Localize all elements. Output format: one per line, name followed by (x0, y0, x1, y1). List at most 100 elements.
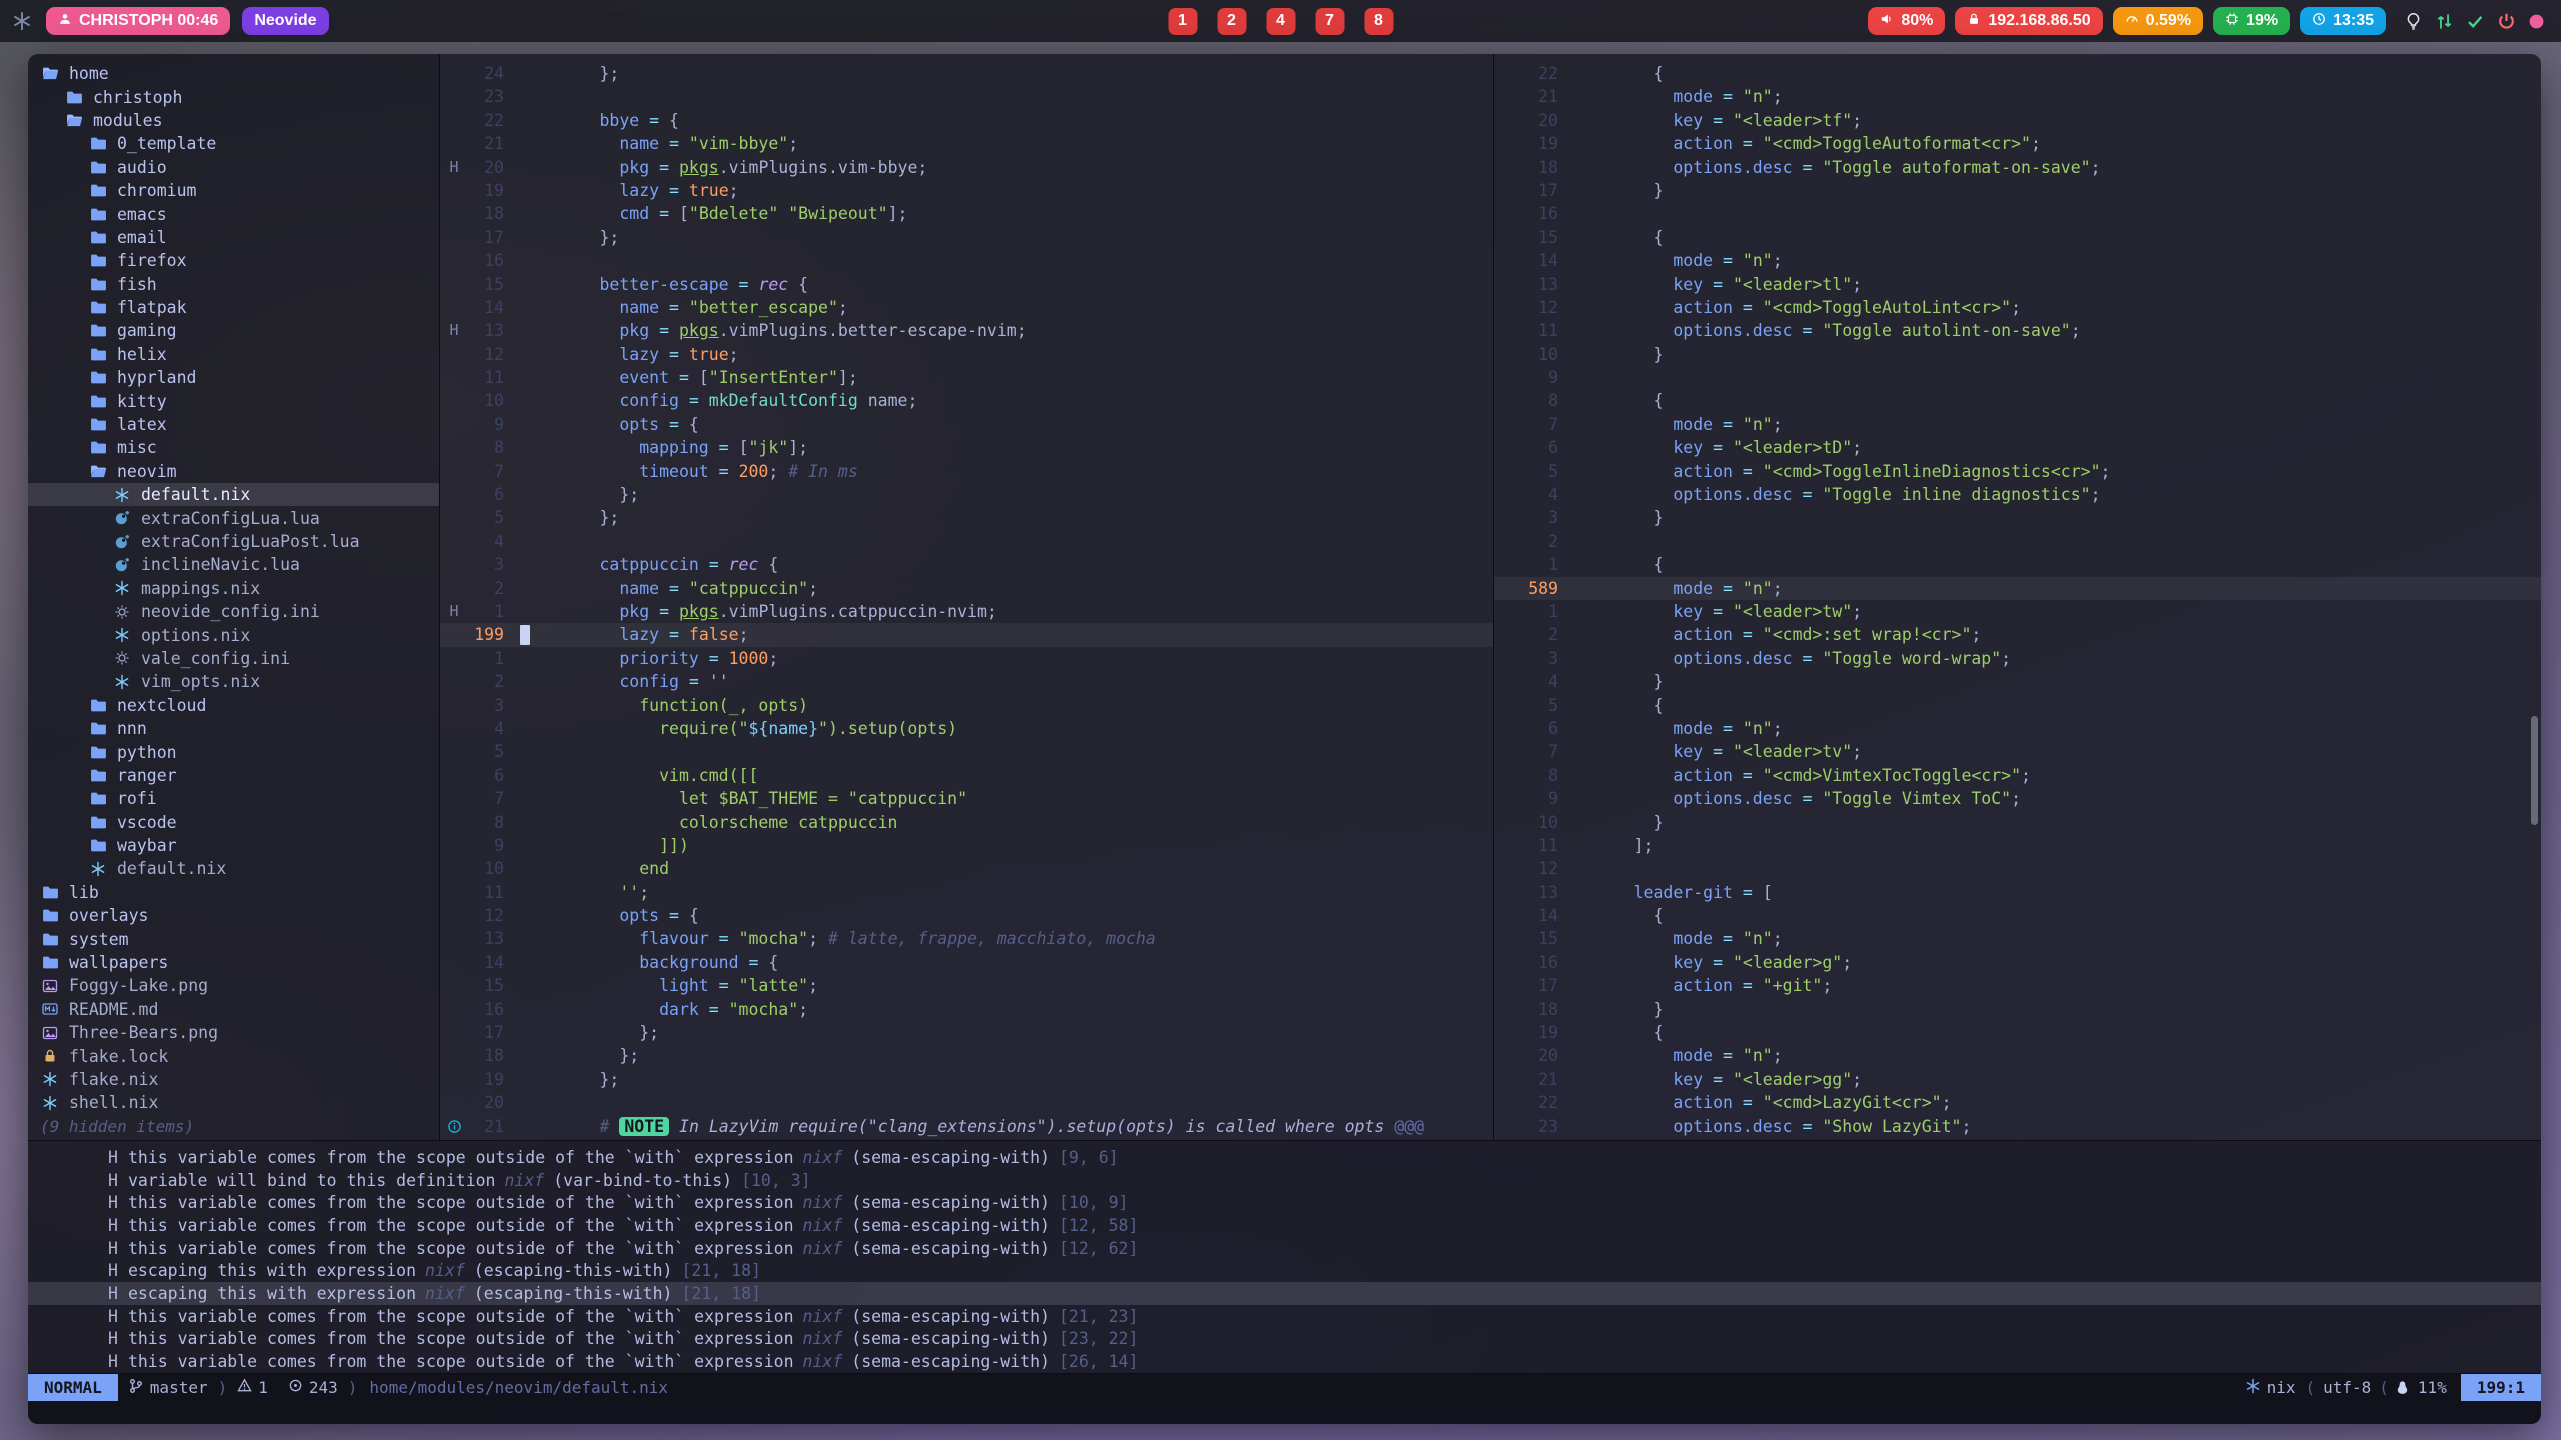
code-line[interactable]: 20 (440, 1091, 1493, 1114)
code-line[interactable]: 12 opts = { (440, 904, 1493, 927)
tree-item[interactable]: mappings.nix (28, 577, 439, 600)
code-line[interactable]: H13 pkg = pkgs.vimPlugins.better-escape-… (440, 319, 1493, 342)
editor-pane-right[interactable]: 22 {21 mode = "n";20 key = "<leader>tf";… (1493, 54, 2541, 1140)
code-line[interactable]: 17 }; (440, 1021, 1493, 1044)
code-line[interactable]: 8 action = "<cmd>VimtexTocToggle<cr>"; (1494, 764, 2541, 787)
code-line[interactable]: 24 }; (440, 62, 1493, 85)
code-line[interactable]: 10 end (440, 857, 1493, 880)
code-line[interactable]: 1 priority = 1000; (440, 647, 1493, 670)
code-line[interactable]: 15 { (1494, 226, 2541, 249)
tree-item[interactable]: waybar (28, 834, 439, 857)
code-line[interactable]: 13 leader-git = [ (1494, 881, 2541, 904)
tree-item[interactable]: hyprland (28, 366, 439, 389)
code-line[interactable]: 9 opts = { (440, 413, 1493, 436)
workspace-button[interactable]: 1 (1168, 8, 1197, 35)
vpn-ip-badge[interactable]: 192.168.86.50 (1955, 7, 2102, 35)
volume-badge[interactable]: 80% (1868, 7, 1945, 35)
tree-item[interactable]: Foggy-Lake.png (28, 974, 439, 997)
code-line[interactable]: 14 mode = "n"; (1494, 249, 2541, 272)
code-line[interactable]: 5 }; (440, 506, 1493, 529)
quickfix-item[interactable]: Hthis variable comes from the scope outs… (28, 1237, 2541, 1260)
quickfix-item[interactable]: Hthis variable comes from the scope outs… (28, 1305, 2541, 1328)
code-line[interactable]: 199 lazy = false; (440, 623, 1493, 646)
tree-item[interactable]: nnn (28, 717, 439, 740)
tree-item[interactable]: system (28, 927, 439, 950)
code-line[interactable]: 9 ]]) (440, 834, 1493, 857)
code-line[interactable]: 13 key = "<leader>tl"; (1494, 273, 2541, 296)
tree-item[interactable]: vim_opts.nix (28, 670, 439, 693)
git-branch[interactable]: master (118, 1378, 218, 1398)
quickfix-item[interactable]: Hthis variable comes from the scope outs… (28, 1191, 2541, 1214)
code-line[interactable]: 2 action = "<cmd>:set wrap!<cr>"; (1494, 623, 2541, 646)
tree-item[interactable]: vale_config.ini (28, 647, 439, 670)
tree-item[interactable]: flake.nix (28, 1068, 439, 1091)
code-line[interactable]: H20 pkg = pkgs.vimPlugins.vim-bbye; (440, 156, 1493, 179)
tree-item[interactable]: home (28, 62, 439, 85)
code-line[interactable]: 17 } (1494, 179, 2541, 202)
tree-item[interactable]: modules (28, 109, 439, 132)
tree-item[interactable]: README.md (28, 998, 439, 1021)
code-line[interactable]: 7 let $BAT_THEME = "catppuccin" (440, 787, 1493, 810)
code-line[interactable]: 10 config = mkDefaultConfig name; (440, 389, 1493, 412)
code-line[interactable]: 9 options.desc = "Toggle Vimtex ToC"; (1494, 787, 2541, 810)
code-line[interactable]: 2 name = "catppuccin"; (440, 577, 1493, 600)
code-line[interactable]: 3 catppuccin = rec { (440, 553, 1493, 576)
code-line[interactable]: 3 function(_, opts) (440, 694, 1493, 717)
code-line[interactable]: 22 action = "<cmd>LazyGit<cr>"; (1494, 1091, 2541, 1114)
code-line[interactable]: 12 lazy = true; (440, 343, 1493, 366)
workspace-button[interactable]: 2 (1217, 8, 1246, 35)
quickfix-item[interactable]: Hvariable will bind to this definitionni… (28, 1169, 2541, 1192)
tree-item[interactable]: nextcloud (28, 694, 439, 717)
code-line[interactable]: 18 } (1494, 998, 2541, 1021)
code-line[interactable]: 5 (440, 740, 1493, 763)
tree-item[interactable]: wallpapers (28, 951, 439, 974)
workspace-button[interactable]: 8 (1364, 8, 1393, 35)
code-line[interactable]: 19 action = "<cmd>ToggleAutoformat<cr>"; (1494, 132, 2541, 155)
code-line[interactable]: 5 { (1494, 694, 2541, 717)
workspace-button[interactable]: 7 (1315, 8, 1344, 35)
code-line[interactable]: 12 action = "<cmd>ToggleAutoLint<cr>"; (1494, 296, 2541, 319)
code-line[interactable]: 3 } (1494, 506, 2541, 529)
tree-item[interactable]: 0_template (28, 132, 439, 155)
quickfix-item[interactable]: Hthis variable comes from the scope outs… (28, 1214, 2541, 1237)
code-line[interactable]: 3 options.desc = "Toggle word-wrap"; (1494, 647, 2541, 670)
code-line[interactable]: 7 mode = "n"; (1494, 413, 2541, 436)
code-line[interactable]: 10 } (1494, 343, 2541, 366)
code-line[interactable]: 4 } (1494, 670, 2541, 693)
tree-item[interactable]: rofi (28, 787, 439, 810)
code-line[interactable]: 10 } (1494, 811, 2541, 834)
code-line[interactable]: 14 name = "better_escape"; (440, 296, 1493, 319)
code-line[interactable]: 15 mode = "n"; (1494, 927, 2541, 950)
quickfix-item[interactable]: Hthis variable comes from the scope outs… (28, 1328, 2541, 1351)
code-line[interactable]: 5 action = "<cmd>ToggleInlineDiagnostics… (1494, 460, 2541, 483)
code-line[interactable]: 22 { (1494, 62, 2541, 85)
code-line[interactable]: 17 }; (440, 226, 1493, 249)
tree-item[interactable]: helix (28, 343, 439, 366)
code-line[interactable]: 7 timeout = 200; # In ms (440, 460, 1493, 483)
tree-item[interactable]: shell.nix (28, 1091, 439, 1114)
code-line[interactable]: 11 event = ["InsertEnter"]; (440, 366, 1493, 389)
code-line[interactable]: 11 ''; (440, 881, 1493, 904)
quickfix-item[interactable]: Hthis variable comes from the scope outs… (28, 1350, 2541, 1373)
code-line[interactable]: 8 { (1494, 389, 2541, 412)
code-line[interactable]: 11 options.desc = "Toggle autolint-on-sa… (1494, 319, 2541, 342)
code-line[interactable]: 4 require("${name}").setup(opts) (440, 717, 1493, 740)
network-traffic-icon[interactable] (2435, 12, 2454, 31)
tree-item[interactable]: default.nix (28, 857, 439, 880)
tree-item[interactable]: kitty (28, 389, 439, 412)
code-line[interactable]: 16 dark = "mocha"; (440, 998, 1493, 1021)
code-line[interactable]: 6 mode = "n"; (1494, 717, 2541, 740)
tree-item[interactable]: inclineNavic.lua (28, 553, 439, 576)
code-line[interactable]: 11 ]; (1494, 834, 2541, 857)
code-line[interactable]: 16 key = "<leader>g"; (1494, 951, 2541, 974)
code-line[interactable]: 21 mode = "n"; (1494, 85, 2541, 108)
code-line[interactable]: 21 # NOTE In LazyVim require("clang_exte… (440, 1115, 1493, 1138)
code-line[interactable]: 23 options.desc = "Show LazyGit"; (1494, 1115, 2541, 1138)
lightbulb-icon[interactable] (2404, 12, 2423, 31)
app-badge-neovide[interactable]: Neovide (242, 7, 328, 35)
code-line[interactable]: 8 mapping = ["jk"]; (440, 436, 1493, 459)
memory-usage-badge[interactable]: 19% (2213, 7, 2290, 35)
tree-item[interactable]: christoph (28, 85, 439, 108)
tree-item[interactable]: Three-Bears.png (28, 1021, 439, 1044)
tree-item[interactable]: neovide_config.ini (28, 600, 439, 623)
